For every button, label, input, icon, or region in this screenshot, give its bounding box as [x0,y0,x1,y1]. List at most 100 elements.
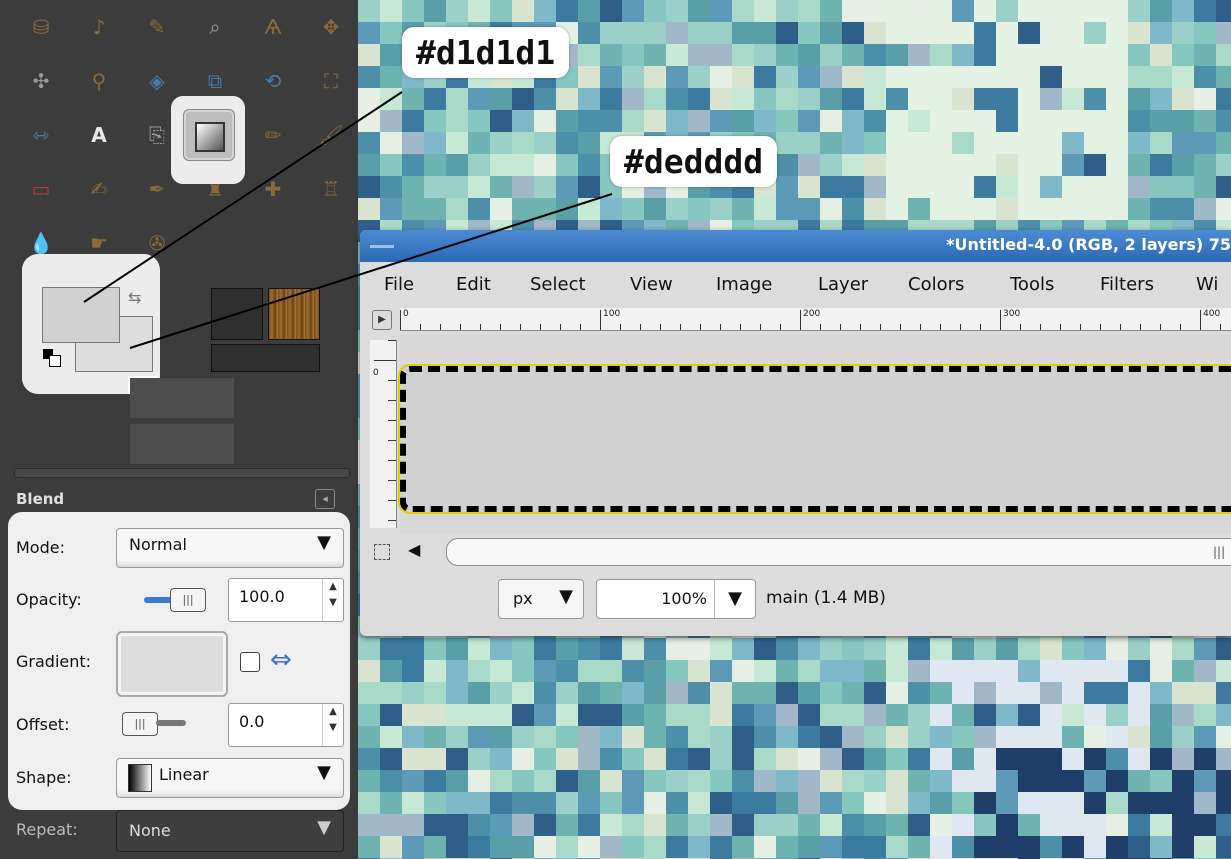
image-preview-slot [130,378,234,418]
move-tool-icon[interactable]: ✥ [316,12,346,42]
offset-label: Offset: [16,715,70,734]
paint-bucket-tool-icon[interactable]: ⛁ [26,12,56,42]
fg-color-callout: #d1d1d1 [402,27,570,78]
crop-tool-icon[interactable]: ⧉ [200,66,230,96]
chevron-down-icon: ▼ [317,817,331,838]
magnifier-tool-icon[interactable]: ⌕ [200,12,230,42]
window-menu-icon[interactable] [370,245,394,248]
status-text: main (1.4 MB) [766,588,886,608]
mode-select[interactable]: Normal ▼ [116,528,344,568]
bg-color-callout: #dedddd [610,136,778,187]
chevron-down-icon[interactable]: ▼ [714,580,755,618]
menu-item-colors[interactable]: Colors [908,274,964,295]
perspective-tool-icon[interactable]: ◈ [142,66,172,96]
flip-tool-icon[interactable]: ⇿ [26,120,56,150]
text-tool-icon[interactable]: A [84,120,114,150]
opacity-spinbox[interactable]: 100.0 ▲ ▼ [228,578,344,622]
ruler-label: 400 [1203,309,1221,319]
scroll-left-icon[interactable]: ◀ [408,540,420,559]
horizontal-ruler[interactable]: 0 100 200 300 400 [400,308,1231,331]
airbrush-tool-icon[interactable]: ✍ [84,174,114,204]
zoom-value: 100% [661,589,707,608]
menu-bar: File Edit Select View Image Layer Colors Tools F… [360,266,1231,302]
shape-label: Shape: [16,768,72,787]
mode-value: Normal [129,535,187,554]
opacity-value: 100.0 [239,587,285,606]
toolbox-panel: ⛁ ♪ ✎ ⌕ Ѧ ✥ ✣ ⚲ ◈ ⧉ ⟲ ⛶ ⇿ A ⎘ ✏ 🖌 ▭ ✍ ✒ ♜ ✚ ♖ 💧 ☛ ✇ ⇆ Blend ◂ Mod… [0,0,358,859]
reverse-checkbox[interactable] [240,652,260,672]
menu-item-image[interactable]: Image [716,274,772,295]
blend-icon [195,122,225,152]
menu-item-view[interactable]: View [630,274,673,295]
vertical-ruler[interactable]: 0 [370,340,397,528]
shape-value: Linear [159,765,209,784]
gradient-select-button[interactable] [116,631,228,697]
gradient-preview[interactable] [211,344,320,372]
menu-item-filters[interactable]: Filters [1100,274,1154,295]
lasso-tool-icon[interactable]: ♪ [84,12,114,42]
eraser-tool-icon[interactable]: ▭ [26,174,56,204]
chevron-down-icon: ▼ [559,586,573,607]
spin-arrows-icon[interactable]: ▲ ▼ [322,579,343,621]
ruler-label: 100 [603,309,621,319]
tab-menu-button[interactable]: ◂ [315,489,335,509]
scroll-grip-icon: ||| [1213,545,1226,559]
image-window: *Untitled-4.0 (RGB, 2 layers) 75 File Edi… [360,230,1231,636]
unit-select[interactable]: px ▼ [498,579,584,619]
offset-spinbox[interactable]: 0.0 ▲ ▼ [228,703,344,747]
horizontal-scrollbar[interactable]: ||| [446,538,1231,566]
unit-value: px [513,589,533,608]
menu-item-tools[interactable]: Tools [1010,274,1054,295]
align-tool-icon[interactable]: ✣ [26,66,56,96]
heal-tool-icon[interactable]: ✚ [258,174,288,204]
repeat-select[interactable]: None ▼ [116,810,344,852]
opacity-slider-handle[interactable]: ||| [170,588,206,612]
linear-shape-icon [128,764,152,792]
horizontal-scrollbar-row: ◀ ||| [360,536,1231,566]
reset-colors-icon[interactable] [43,349,61,367]
ruler-menu-button[interactable]: ▶ [372,310,392,330]
color-picker-tool-icon[interactable]: ✎ [142,12,172,42]
chevron-down-icon: ▼ [317,532,331,553]
clone-tool-icon[interactable]: ⎘ [142,120,172,150]
quick-mask-icon[interactable] [374,544,390,560]
reverse-gradient-icon: ⇔ [270,645,292,675]
gradient-label: Gradient: [16,652,92,671]
ruler-label: 300 [1003,309,1021,319]
paths-tool-icon[interactable]: Ѧ [258,12,288,42]
scale-tool-icon[interactable]: ⛶ [316,66,346,96]
repeat-value: None [129,821,171,840]
free-select-tool-icon[interactable]: ⚲ [84,66,114,96]
offset-slider-track[interactable] [156,720,186,726]
ink-tool-icon[interactable]: ✒ [142,174,172,204]
rotate-tool-icon[interactable]: ⟲ [258,66,288,96]
chevron-down-icon: ▼ [317,762,331,783]
menu-item-file[interactable]: File [384,274,414,295]
blend-tool-button[interactable] [183,109,235,161]
opacity-label: Opacity: [16,590,82,609]
menu-item-edit[interactable]: Edit [456,274,491,295]
offset-value: 0.0 [239,712,265,731]
image-preview-slot [130,424,234,464]
window-titlebar[interactable]: *Untitled-4.0 (RGB, 2 layers) 75 [360,230,1231,262]
zoom-select[interactable]: 100% ▼ [596,579,756,619]
paintbrush-tool-icon[interactable]: 🖌 [316,120,346,150]
menu-item-wi[interactable]: Wi [1196,274,1218,295]
ruler-label: 200 [803,309,821,319]
offset-slider-handle[interactable]: ||| [122,712,158,736]
menu-item-layer[interactable]: Layer [818,274,868,295]
pencil-tool-icon[interactable]: ✏ [258,120,288,150]
perspective-clone-tool-icon[interactable]: ♖ [316,174,346,204]
ruler-label: 0 [403,309,409,319]
mode-label: Mode: [16,538,65,557]
menu-item-select[interactable]: Select [530,274,586,295]
window-title: *Untitled-4.0 (RGB, 2 layers) 75 [946,235,1231,254]
spin-arrows-icon[interactable]: ▲ ▼ [322,704,343,746]
brush-preview[interactable] [211,288,263,340]
image-canvas[interactable] [400,366,1231,512]
swap-colors-icon[interactable]: ⇆ [128,288,141,307]
repeat-label: Repeat: [16,820,78,839]
dock-separator[interactable] [14,468,350,478]
foreground-color-swatch[interactable] [42,287,120,343]
pattern-preview[interactable] [268,288,320,340]
